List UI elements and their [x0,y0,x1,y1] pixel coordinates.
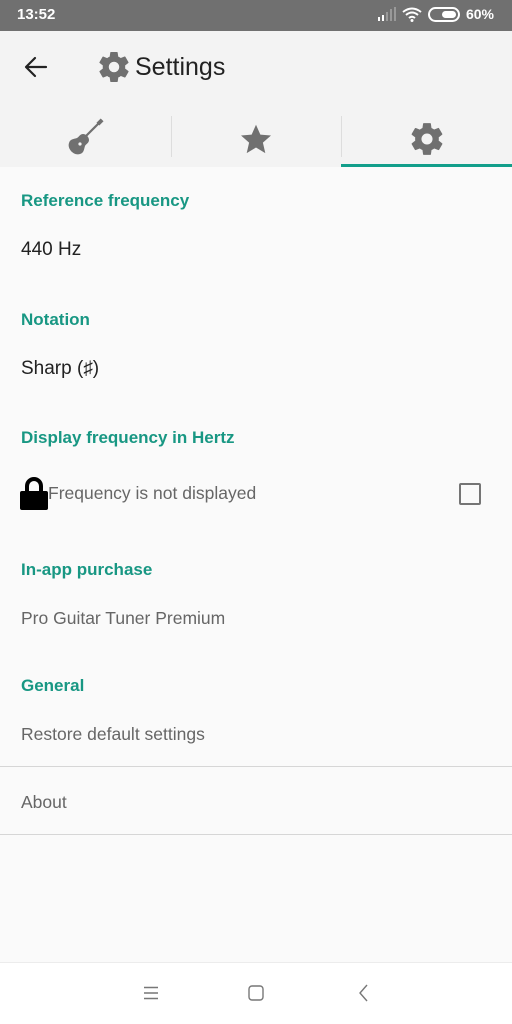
gear-icon [99,52,129,83]
status-time: 13:52 [17,6,56,23]
category-in-app-purchase: In-app purchase [21,560,153,579]
tab-tuner[interactable] [0,111,171,167]
chevron-left-icon [359,984,368,1002]
system-back-button[interactable] [352,981,376,1005]
tab-bar [0,111,512,167]
wifi-icon [402,7,422,22]
lock-icon [20,477,48,510]
arrow-left-icon [24,56,48,78]
home-button[interactable] [244,981,268,1005]
restore-defaults-item[interactable]: Restore default settings [21,724,205,745]
category-general: General [21,676,85,695]
category-display-frequency: Display frequency in Hertz [21,428,235,447]
display-frequency-summary: Frequency is not displayed [48,482,257,503]
app-bar: Settings [0,31,512,167]
home-square-icon [248,985,264,1001]
divider [0,834,512,835]
divider [0,766,512,767]
display-frequency-checkbox[interactable] [459,483,481,505]
about-item[interactable]: About [21,792,67,813]
system-nav-bar [0,962,512,1024]
page-title: Settings [135,52,226,81]
app-title: Settings [96,49,225,85]
back-button[interactable] [22,53,50,81]
premium-purchase-item[interactable]: Pro Guitar Tuner Premium [21,608,225,629]
star-icon [241,124,271,154]
gear-icon [411,123,443,155]
guitar-icon [68,118,104,155]
battery-percent: 60% [465,6,494,22]
reference-frequency-value[interactable]: 440 Hz [21,239,81,261]
battery-icon [427,6,460,22]
notation-value[interactable]: Sharp (♯) [21,358,99,380]
display-frequency-setting[interactable]: Frequency is not displayed [20,474,492,512]
cellular-signal-icon [377,7,396,21]
category-notation: Notation [21,310,90,329]
menu-icon [144,986,158,1000]
battery-level [441,10,456,18]
status-icons: 60% [377,6,494,22]
tab-favorites[interactable] [170,111,342,167]
category-reference-frequency: Reference frequency [21,191,190,210]
recent-apps-button[interactable] [139,981,163,1005]
tab-settings[interactable] [341,111,512,167]
status-bar: 13:52 60% [0,0,512,31]
